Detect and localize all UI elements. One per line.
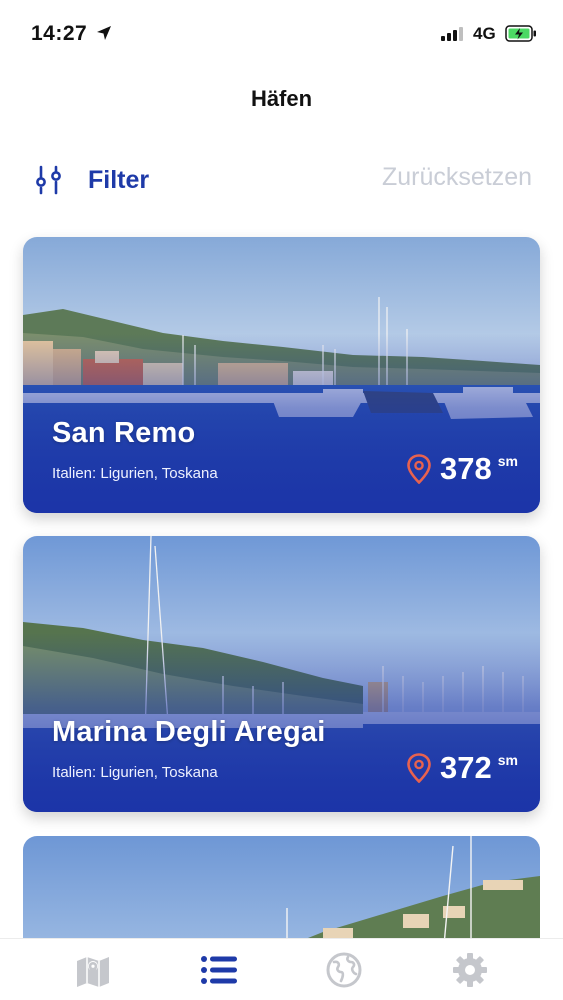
harbor-card[interactable]: San Remo Italien: Ligurien, Toskana 378 …: [23, 237, 540, 513]
distance-unit: sm: [497, 453, 518, 469]
location-pin-icon: [407, 454, 431, 484]
status-bar: 14:27 4G: [0, 0, 563, 70]
distance-value: 372: [440, 750, 492, 785]
harbor-name: San Remo: [52, 417, 196, 449]
distance-value: 378: [440, 451, 492, 486]
harbor-distance: 372 sm: [406, 750, 518, 786]
location-arrow-icon: [97, 26, 111, 40]
tab-list[interactable]: [189, 945, 249, 995]
filter-button[interactable]: Filter: [32, 160, 149, 200]
globe-icon: [326, 952, 362, 987]
filter-row: Filter Zurücksetzen: [32, 160, 532, 200]
tab-settings[interactable]: [440, 945, 500, 995]
page-title: Häfen: [250, 86, 313, 111]
gear-icon: [453, 952, 488, 987]
tab-map[interactable]: [63, 945, 123, 995]
tab-globe[interactable]: [314, 945, 374, 995]
filter-sliders-icon: [36, 165, 61, 195]
harbor-region: Italien: Ligurien, Toskana: [52, 764, 218, 781]
distance-unit: sm: [497, 752, 518, 768]
harbor-region: Italien: Ligurien, Toskana: [52, 465, 218, 482]
location-pin-icon: [407, 753, 431, 783]
filter-label: Filter: [88, 165, 150, 194]
status-time: 14:27: [31, 22, 88, 45]
map-icon: [76, 956, 109, 987]
list-icon: [200, 955, 237, 984]
network-type: 4G: [473, 24, 496, 43]
harbor-distance: 378 sm: [406, 451, 518, 487]
tab-bar: [0, 938, 563, 1000]
reset-button[interactable]: Zurücksetzen: [382, 163, 532, 192]
battery-charging-icon: [505, 25, 536, 42]
signal-strength-icon: [441, 27, 463, 41]
harbor-card[interactable]: Marina Degli Aregai Italien: Ligurien, T…: [23, 536, 540, 812]
harbor-name: Marina Degli Aregai: [52, 716, 326, 748]
